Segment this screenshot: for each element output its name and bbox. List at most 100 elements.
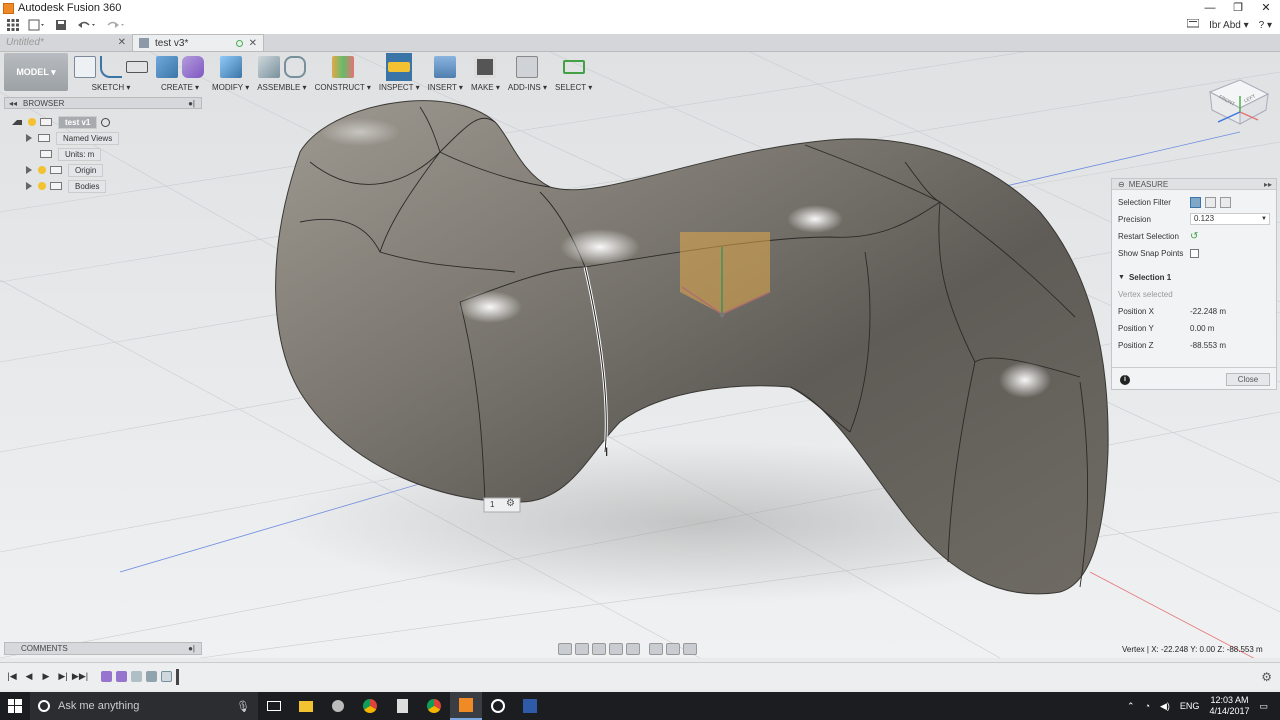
close-tab-icon[interactable]: ✕	[249, 38, 257, 49]
measure-header[interactable]: ⊖ MEASURE ▸▸	[1112, 179, 1276, 190]
timeline-settings-gear-icon[interactable]: ⚙	[1261, 670, 1272, 684]
expand-icon[interactable]	[26, 182, 32, 190]
filter-vertex-edge-face-icon[interactable]	[1190, 196, 1201, 208]
grid-settings-icon[interactable]	[666, 643, 680, 655]
viewcube-icon[interactable]	[1208, 79, 1270, 125]
toolbar-group-modify[interactable]: MODIFY ▾	[212, 53, 249, 92]
step-forward-button[interactable]: ▶|	[57, 671, 69, 683]
sketch-menu[interactable]: SKETCH ▾	[92, 83, 131, 92]
filter-component-icon[interactable]	[1220, 196, 1231, 208]
3d-scene[interactable]: I	[0, 52, 1280, 658]
undo-icon[interactable]	[76, 17, 98, 33]
toolbar-group-construct[interactable]: CONSTRUCT ▾	[315, 53, 371, 92]
browser-panel-header[interactable]: ◂◂ BROWSER ●|	[4, 97, 202, 109]
toolbar-group-sketch[interactable]: SKETCH ▾	[74, 53, 148, 92]
canvas-viewport[interactable]: I 1 ⚙ FRONT LEFT	[0, 52, 1280, 658]
show-snap-points-checkbox[interactable]	[1190, 248, 1199, 258]
app-icon[interactable]	[322, 692, 354, 720]
viewports-icon[interactable]	[683, 643, 697, 655]
create-menu[interactable]: CREATE ▾	[161, 83, 199, 92]
timeline-feature-icon[interactable]	[131, 671, 142, 682]
fit-icon[interactable]	[626, 643, 640, 655]
redo-icon[interactable]	[104, 17, 126, 33]
file-explorer-icon[interactable]	[290, 692, 322, 720]
help-menu[interactable]: ? ▾	[1259, 20, 1272, 31]
timeline-form-feature-icon[interactable]	[101, 671, 112, 682]
chrome-icon[interactable]	[354, 692, 386, 720]
app-icon[interactable]	[482, 692, 514, 720]
toolbar-group-assemble[interactable]: ASSEMBLE ▾	[257, 53, 307, 92]
browser-item-origin[interactable]: Origin	[26, 163, 104, 177]
app-icon[interactable]	[514, 692, 546, 720]
expand-icon[interactable]	[26, 134, 32, 142]
rectangle-tool-icon[interactable]	[126, 61, 148, 73]
insert-image-icon[interactable]	[434, 56, 457, 78]
volume-icon[interactable]: ◀)	[1160, 701, 1170, 712]
toolbar-group-create[interactable]: CREATE ▾	[156, 53, 204, 92]
collapse-arrows-icon[interactable]: ◂◂	[9, 99, 17, 108]
browser-root[interactable]: test v1	[12, 115, 111, 129]
go-to-start-button[interactable]: |◀	[6, 671, 18, 683]
joint-icon[interactable]	[283, 56, 306, 78]
selection-1-heading-row[interactable]: ▼ Selection 1	[1118, 271, 1272, 283]
info-icon[interactable]: i	[1120, 375, 1130, 385]
comments-panel[interactable]: COMMENTS ●|	[4, 642, 202, 655]
collapse-icon[interactable]: ⊖	[1118, 180, 1125, 189]
scripts-addins-icon[interactable]	[516, 56, 539, 78]
browser-item-units[interactable]: Units: m	[40, 147, 102, 161]
construct-menu[interactable]: CONSTRUCT ▾	[315, 83, 371, 92]
zoom-icon[interactable]	[609, 643, 623, 655]
toolbar-group-make[interactable]: MAKE ▾	[471, 53, 500, 92]
action-center-icon[interactable]: ▭	[1259, 701, 1268, 712]
show-hidden-icons-icon[interactable]: ⌃	[1127, 701, 1135, 712]
extrude-icon[interactable]	[156, 56, 178, 78]
cortana-search-box[interactable]: Ask me anything 🎙	[30, 692, 258, 720]
form-icon[interactable]	[182, 56, 204, 78]
grid-menu-icon[interactable]	[4, 17, 22, 33]
new-component-icon[interactable]	[257, 56, 280, 78]
notifications-icon[interactable]	[1186, 18, 1200, 32]
visibility-bulb-icon[interactable]	[38, 166, 46, 174]
timeline-feature-icon[interactable]	[161, 671, 172, 682]
pin-icon[interactable]: ●|	[188, 99, 195, 108]
task-view-icon[interactable]	[258, 692, 290, 720]
toolbar-group-addins[interactable]: ADD-INS ▾	[508, 53, 547, 92]
expand-icon[interactable]	[26, 166, 32, 174]
look-at-icon[interactable]	[575, 643, 589, 655]
toolbar-group-inspect[interactable]: INSPECT ▾	[379, 53, 420, 92]
minimize-button[interactable]: —	[1196, 0, 1224, 16]
collapse-triangle-icon[interactable]: ▼	[1118, 274, 1125, 281]
clock[interactable]: 12:03 AM 4/14/2017	[1209, 695, 1249, 717]
save-icon[interactable]	[52, 17, 70, 33]
close-window-button[interactable]: ✕	[1252, 0, 1280, 16]
display-settings-icon[interactable]	[649, 643, 663, 655]
create-sketch-icon[interactable]	[74, 56, 96, 78]
pin-icon[interactable]: ●|	[188, 644, 195, 653]
chrome-icon[interactable]	[418, 692, 450, 720]
marker-gear-icon[interactable]: ⚙	[506, 498, 515, 509]
pan-icon[interactable]	[592, 643, 606, 655]
insert-menu[interactable]: INSERT ▾	[428, 83, 463, 92]
restart-selection-icon[interactable]: ↺	[1190, 231, 1198, 242]
visibility-bulb-icon[interactable]	[28, 118, 36, 126]
browser-item-bodies[interactable]: Bodies	[26, 179, 107, 193]
precision-select[interactable]: 0.123 ▼	[1190, 213, 1270, 225]
assemble-menu[interactable]: ASSEMBLE ▾	[257, 83, 306, 92]
file-menu-icon[interactable]	[28, 17, 46, 33]
close-tab-icon[interactable]: ✕	[118, 37, 126, 48]
filter-body-icon[interactable]	[1205, 196, 1216, 208]
tab-untitled[interactable]: Untitled* ✕	[0, 34, 132, 51]
select-menu[interactable]: SELECT ▾	[555, 83, 592, 92]
3d-print-icon[interactable]	[474, 56, 497, 78]
origin-point[interactable]	[719, 312, 725, 318]
expand-icon[interactable]	[12, 119, 22, 125]
addins-menu[interactable]: ADD-INS ▾	[508, 83, 547, 92]
line-tool-icon[interactable]	[100, 56, 122, 78]
make-menu[interactable]: MAKE ▾	[471, 83, 500, 92]
browser-item-named-views[interactable]: Named Views	[26, 131, 120, 145]
offset-plane-icon[interactable]	[331, 56, 354, 78]
close-button[interactable]: Close	[1226, 373, 1270, 386]
toolbar-group-select[interactable]: SELECT ▾	[555, 53, 592, 92]
timeline-form-feature-icon[interactable]	[116, 671, 127, 682]
timeline-feature-icon[interactable]	[146, 671, 157, 682]
